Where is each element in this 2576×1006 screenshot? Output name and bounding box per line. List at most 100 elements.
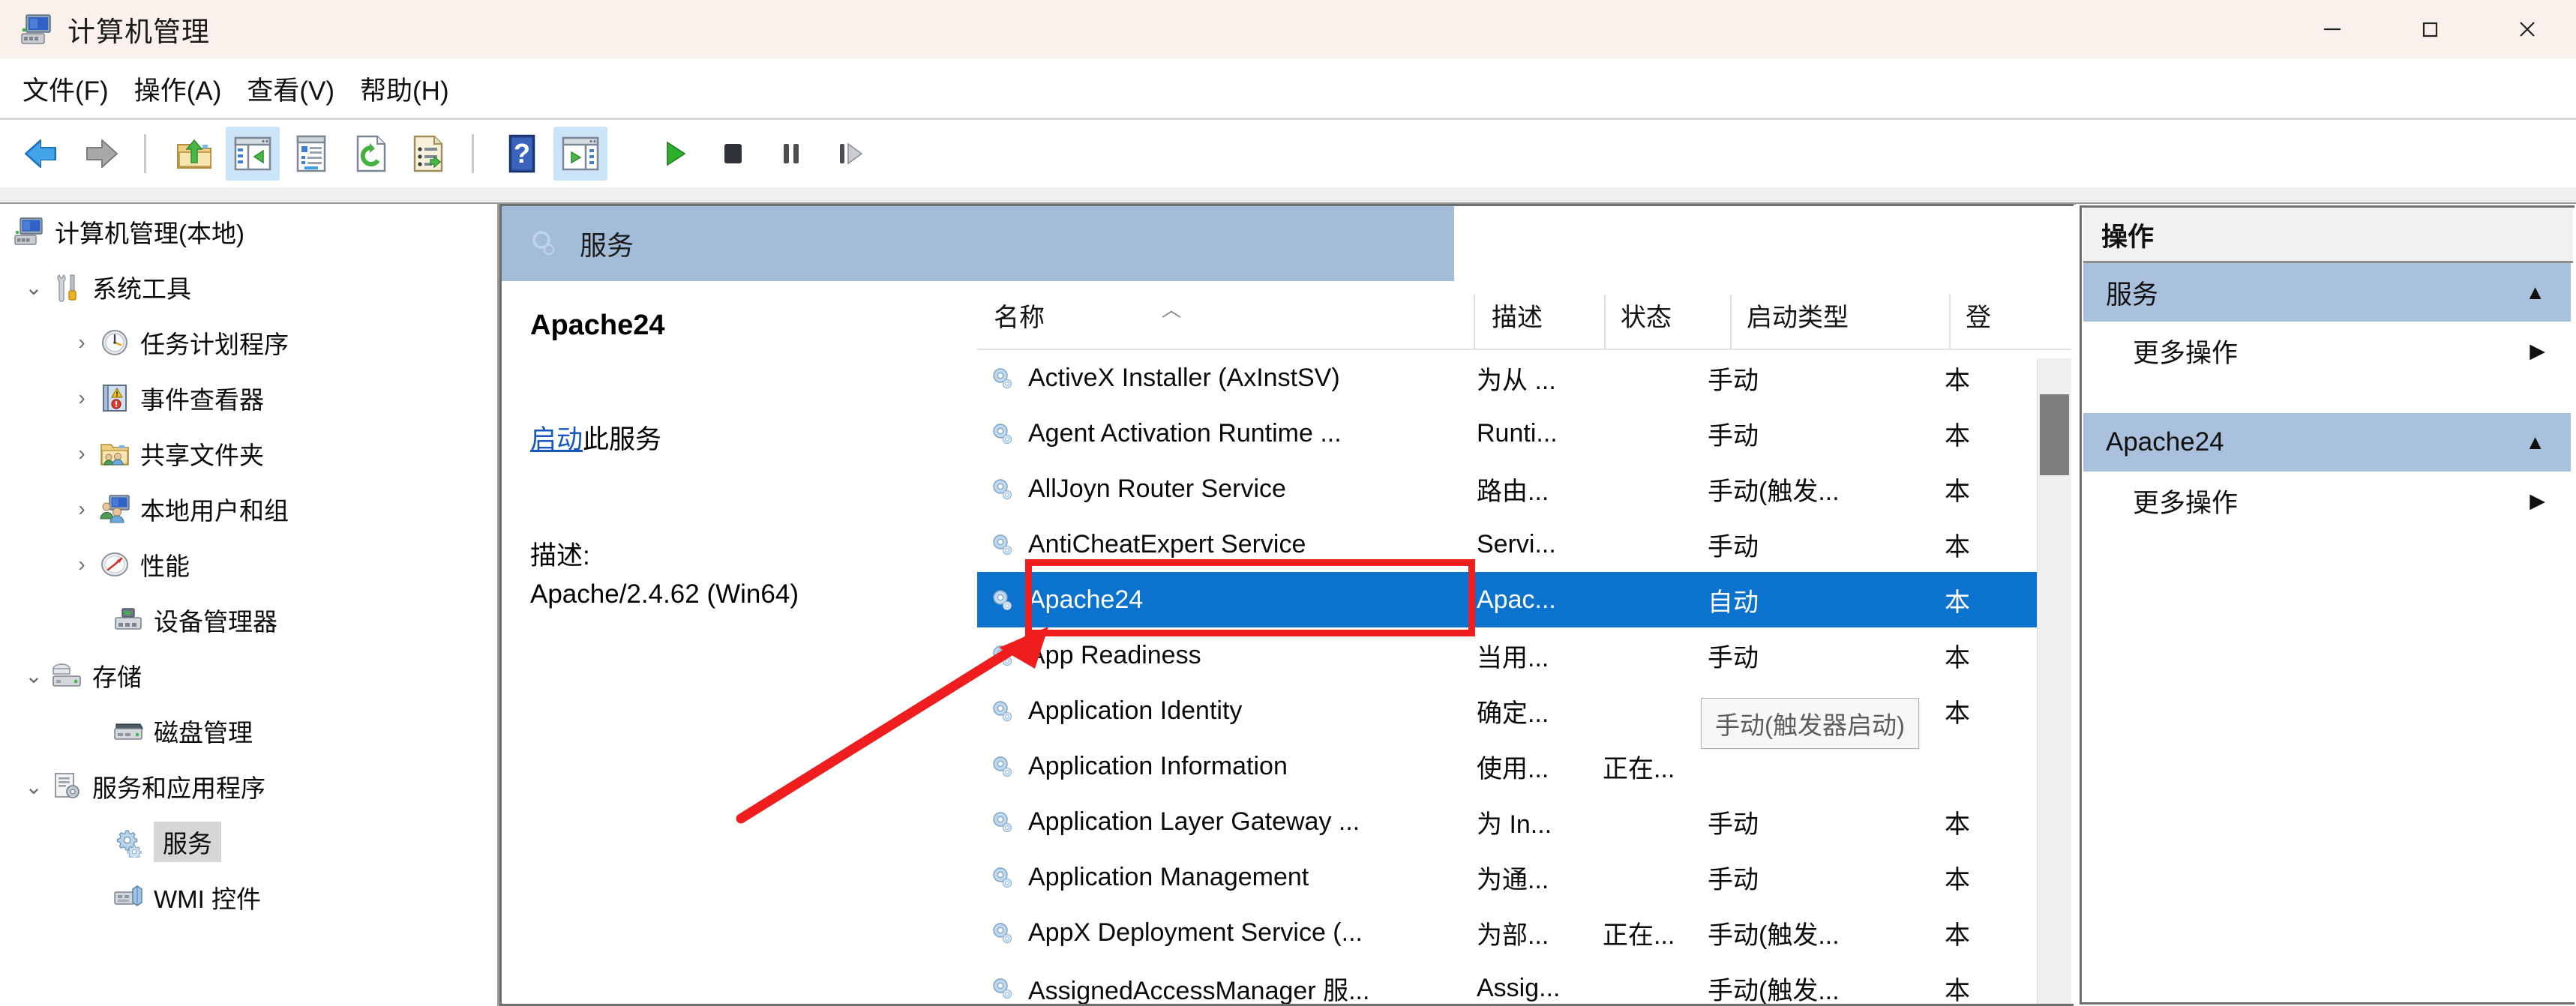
chevron-down-icon[interactable]: ⌄ <box>16 774 51 799</box>
table-row[interactable]: Agent Activation Runtime ... Runti... 手动… <box>977 406 2071 461</box>
actions-item-more-actions-services[interactable]: 更多操作 ▶ <box>2083 322 2571 380</box>
column-header-description[interactable]: 描述 <box>1492 281 1543 349</box>
shared-folders-icon <box>99 438 130 469</box>
tree-item-storage[interactable]: ⌄ 存储 <box>0 648 497 703</box>
table-row[interactable]: Application Layer Gateway ... 为 In... 手动… <box>977 794 2071 849</box>
tree-item-label: 系统工具 <box>92 275 191 303</box>
chevron-right-icon[interactable]: › <box>64 497 99 521</box>
chevron-down-icon[interactable]: ⌄ <box>16 275 51 300</box>
services-gear-icon <box>524 224 563 263</box>
menu-file[interactable]: 文件(F) <box>22 70 109 108</box>
cell-description: 确定... <box>1477 699 1549 728</box>
tree-item-label: 性能 <box>140 552 190 580</box>
cell-description: 为从 ... <box>1477 366 1556 395</box>
vertical-scrollbar[interactable] <box>2037 358 2071 1006</box>
table-row[interactable]: ActiveX Installer (AxInstSV) 为从 ... 手动 本 <box>977 350 2071 406</box>
task-scheduler-icon <box>99 327 130 358</box>
tree-item-label: 设备管理器 <box>154 608 277 636</box>
help-icon[interactable]: ? <box>495 127 549 181</box>
tree-item-event-viewer[interactable]: › 事件查看器 <box>0 370 497 426</box>
start-service-link[interactable]: 启动 <box>530 425 583 454</box>
service-detail-name: Apache24 <box>530 310 665 341</box>
cell-name: Apache24 <box>1028 585 1144 614</box>
chevron-right-icon[interactable]: › <box>64 552 99 576</box>
pause-service-icon[interactable] <box>764 127 818 181</box>
tree-item-local-users-groups[interactable]: › 本地用户和组 <box>0 481 497 537</box>
restart-service-icon[interactable] <box>823 127 877 181</box>
tree-item-device-manager[interactable]: 设备管理器 <box>0 592 497 648</box>
collapse-up-icon[interactable]: ▲ <box>2525 431 2545 454</box>
service-gear-icon <box>993 812 1012 833</box>
service-gear-icon <box>993 978 1012 999</box>
column-divider[interactable] <box>1949 295 1951 349</box>
tree-item-services-and-applications[interactable]: ⌄ 服务和应用程序 <box>0 759 497 814</box>
cell-logon: 本 <box>1945 588 1970 617</box>
show-hide-action-pane-icon[interactable] <box>553 127 607 181</box>
menu-help[interactable]: 帮助(H) <box>360 70 449 108</box>
service-gear-icon <box>993 701 1012 722</box>
tree-item-disk-management[interactable]: 磁盘管理 <box>0 703 497 759</box>
table-row[interactable]: Application Management 为通... 手动 本 <box>977 849 2071 905</box>
services-list-header: ︿ 名称 描述 状态 启动类型 登 <box>977 281 2071 350</box>
actions-group-label: 服务 <box>2106 280 2159 310</box>
tree-root-label: 计算机管理(本地) <box>55 220 244 247</box>
chevron-down-icon[interactable]: ⌄ <box>16 663 51 688</box>
tree-item-performance[interactable]: › 性能 <box>0 537 497 592</box>
column-header-status[interactable]: 状态 <box>1621 281 1672 349</box>
tree-item-task-scheduler[interactable]: › 任务计划程序 <box>0 315 497 370</box>
minimize-button[interactable] <box>2284 0 2381 58</box>
chevron-right-icon[interactable]: › <box>64 331 99 355</box>
services-list-rows: ActiveX Installer (AxInstSV) 为从 ... 手动 本… <box>977 350 2071 1006</box>
show-hide-console-tree-icon[interactable] <box>226 127 280 181</box>
collapse-up-icon[interactable]: ▲ <box>2525 281 2545 304</box>
tree-item-label: 服务和应用程序 <box>92 774 265 802</box>
properties-icon[interactable] <box>284 127 338 181</box>
submenu-right-icon[interactable]: ▶ <box>2530 340 2545 363</box>
start-service-icon[interactable] <box>647 127 701 181</box>
column-header-startup-type[interactable]: 启动类型 <box>1747 281 1849 349</box>
up-folder-icon[interactable] <box>167 127 221 181</box>
actions-item-more-actions-apache24[interactable]: 更多操作 ▶ <box>2083 472 2571 530</box>
back-icon[interactable] <box>15 127 69 181</box>
chevron-right-icon[interactable]: › <box>64 386 99 410</box>
cell-name: Application Layer Gateway ... <box>1028 807 1360 836</box>
forward-icon[interactable] <box>73 127 127 181</box>
column-header-logon-as[interactable]: 登 <box>1966 281 1991 349</box>
tree-root-computer-management[interactable]: 计算机管理(本地) <box>0 204 497 259</box>
table-row[interactable]: App Readiness 当用... 手动 本 <box>977 627 2071 683</box>
service-gear-icon <box>993 534 1012 555</box>
column-divider[interactable] <box>1730 295 1732 349</box>
table-row[interactable]: AppX Deployment Service (... 为部... 正在...… <box>977 905 2071 960</box>
refresh-icon[interactable] <box>343 127 397 181</box>
export-list-icon[interactable] <box>401 127 455 181</box>
disk-management-icon <box>112 715 144 747</box>
cell-logon: 本 <box>1945 366 1970 395</box>
menu-action[interactable]: 操作(A) <box>134 70 222 108</box>
tree-item-system-tools[interactable]: ⌄ 系统工具 <box>0 259 497 315</box>
column-divider[interactable] <box>1474 295 1475 349</box>
tree-item-shared-folders[interactable]: › 共享文件夹 <box>0 426 497 481</box>
submenu-right-icon[interactable]: ▶ <box>2530 490 2545 513</box>
services-and-applications-icon <box>51 771 82 802</box>
actions-group-services[interactable]: 服务 ▲ <box>2083 263 2571 322</box>
cell-description: Apac... <box>1477 585 1556 614</box>
sidebar-item-services[interactable]: 服务 <box>0 814 497 870</box>
actions-group-apache24[interactable]: Apache24 ▲ <box>2083 413 2571 472</box>
table-row[interactable]: AllJoyn Router Service 路由... 手动(触发... 本 <box>977 461 2071 516</box>
column-divider[interactable] <box>1604 295 1606 349</box>
scrollbar-thumb[interactable] <box>2040 394 2069 475</box>
tree-item-wmi-control[interactable]: WMI 控件 <box>0 870 497 925</box>
table-row[interactable]: AntiCheatExpert Service Servi... 手动 本 <box>977 516 2071 572</box>
table-row[interactable]: AssignedAccessManager 服... Assig... 手动(触… <box>977 960 2071 1006</box>
system-tools-icon <box>51 271 82 303</box>
maximize-button[interactable] <box>2381 0 2479 58</box>
cell-startup: 手动 <box>1708 532 1759 561</box>
chevron-right-icon[interactable]: › <box>64 442 99 466</box>
column-header-name[interactable]: 名称 <box>994 281 1045 349</box>
table-row-selected[interactable]: Apache24 Apac... 自动 本 <box>977 572 2071 627</box>
cell-logon: 本 <box>1945 421 1970 451</box>
close-button[interactable] <box>2479 0 2576 58</box>
menu-view[interactable]: 查看(V) <box>247 70 334 108</box>
stop-service-icon[interactable] <box>706 127 760 181</box>
menu-bar: 文件(F) 操作(A) 查看(V) 帮助(H) <box>0 58 2576 118</box>
